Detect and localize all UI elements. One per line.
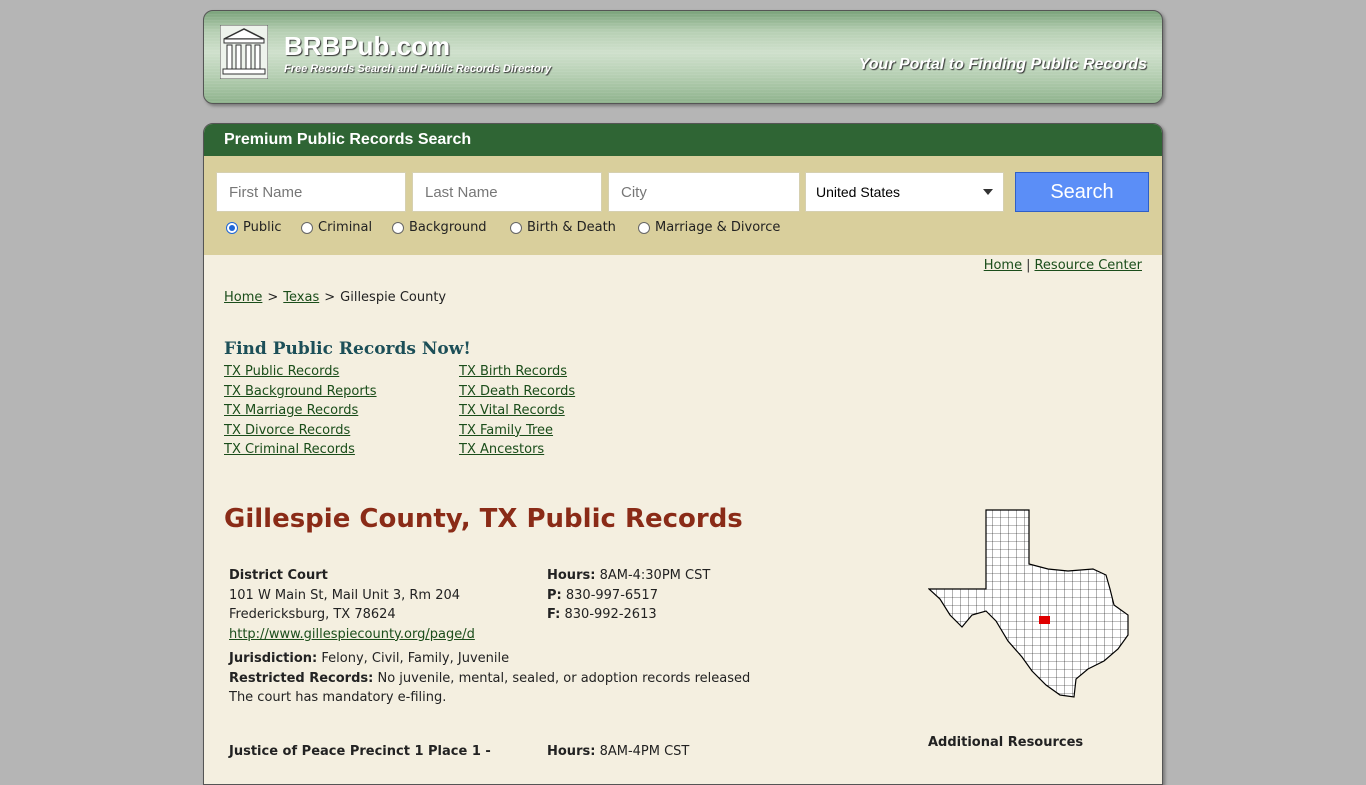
record-links-col-2: TX Birth Records TX Death Records TX Vit…	[459, 362, 575, 460]
district-court-details: Jurisdiction: Felony, Civil, Family, Juv…	[229, 649, 849, 708]
court-hours: 8AM-4PM CST	[599, 744, 690, 759]
court-jurisdiction: Felony, Civil, Family, Juvenile	[321, 651, 510, 666]
district-court-address: District Court 101 W Main St, Mail Unit …	[229, 566, 529, 644]
court-name: District Court	[229, 568, 328, 583]
radio-unchecked-icon[interactable]	[638, 221, 650, 234]
radio-label: Birth & Death	[527, 220, 616, 235]
chevron-down-icon	[983, 189, 993, 195]
record-type-radios: Public Criminal Background Birth & Death…	[220, 220, 1120, 240]
hours-label: Hours:	[547, 568, 596, 583]
link-tx-birth-records[interactable]: TX Birth Records	[459, 362, 575, 382]
search-form: United States Search Public Criminal Bac…	[204, 156, 1162, 255]
additional-resources-heading: Additional Resources	[928, 735, 1084, 750]
link-tx-background-reports[interactable]: TX Background Reports	[224, 382, 377, 402]
breadcrumb-texas[interactable]: Texas	[283, 290, 319, 305]
court-fax: 830-992-2613	[564, 607, 657, 623]
last-name-input[interactable]	[412, 172, 602, 212]
page-title: Gillespie County, TX Public Records	[224, 504, 743, 534]
radio-label: Background	[409, 220, 487, 235]
jp-court-contact: Hours: 8AM-4PM CST	[547, 742, 807, 762]
fax-label: F:	[547, 607, 561, 623]
first-name-input[interactable]	[216, 172, 406, 212]
radio-label: Public	[243, 220, 282, 235]
court-name: Justice of Peace Precinct 1 Place 1 -	[229, 744, 491, 759]
link-tx-death-records[interactable]: TX Death Records	[459, 382, 575, 402]
brand-name[interactable]: BRBPub.com	[284, 31, 450, 62]
jp-court-address: Justice of Peace Precinct 1 Place 1 -	[229, 742, 529, 762]
jurisdiction-label: Jurisdiction:	[229, 651, 318, 666]
link-tx-ancestors[interactable]: TX Ancestors	[459, 440, 575, 460]
link-tx-criminal-records[interactable]: TX Criminal Records	[224, 440, 377, 460]
courthouse-logo-icon[interactable]	[220, 25, 268, 79]
court-hours: 8AM-4:30PM CST	[599, 568, 711, 583]
radio-public[interactable]: Public	[226, 220, 281, 235]
top-links: Home | Resource Center	[984, 258, 1142, 273]
court-address-line: 101 W Main St, Mail Unit 3, Rm 204	[229, 587, 461, 603]
country-selected-value: United States	[816, 184, 901, 200]
link-tx-vital-records[interactable]: TX Vital Records	[459, 401, 575, 421]
site-header: BRBPub.com Free Records Search and Publi…	[203, 10, 1163, 104]
radio-unchecked-icon[interactable]	[510, 221, 522, 234]
radio-marriage-divorce[interactable]: Marriage & Divorce	[638, 220, 780, 235]
breadcrumb-separator: >	[324, 290, 336, 305]
radio-unchecked-icon[interactable]	[301, 221, 313, 234]
find-records-heading: Find Public Records Now!	[224, 339, 471, 359]
resource-center-link[interactable]: Resource Center	[1034, 258, 1142, 273]
country-select[interactable]: United States	[805, 172, 1004, 212]
radio-unchecked-icon[interactable]	[392, 221, 404, 234]
court-address-line: Fredericksburg, TX 78624	[229, 607, 396, 623]
radio-criminal[interactable]: Criminal	[301, 220, 372, 235]
link-tx-public-records[interactable]: TX Public Records	[224, 362, 377, 382]
main-panel: Premium Public Records Search United Sta…	[203, 123, 1163, 785]
hours-label: Hours:	[547, 744, 596, 759]
breadcrumb-home[interactable]: Home	[224, 290, 262, 305]
radio-birth-death[interactable]: Birth & Death	[510, 220, 616, 235]
link-separator: |	[1026, 258, 1031, 273]
city-input[interactable]	[608, 172, 800, 212]
breadcrumb: Home > Texas > Gillespie County	[224, 290, 446, 305]
radio-label: Marriage & Divorce	[655, 220, 781, 235]
link-tx-marriage-records[interactable]: TX Marriage Records	[224, 401, 377, 421]
search-section-title: Premium Public Records Search	[204, 124, 1162, 156]
brand-tagline: Free Records Search and Public Records D…	[284, 63, 552, 75]
portal-slogan: Your Portal to Finding Public Records	[858, 56, 1147, 73]
texas-county-map-icon[interactable]	[928, 509, 1130, 699]
radio-label: Criminal	[318, 220, 373, 235]
phone-label: P:	[547, 587, 562, 603]
link-tx-divorce-records[interactable]: TX Divorce Records	[224, 421, 377, 441]
restricted-label: Restricted Records:	[229, 670, 374, 686]
court-note: The court has mandatory e-filing.	[229, 690, 447, 706]
radio-checked-icon[interactable]	[226, 221, 238, 234]
record-links-col-1: TX Public Records TX Background Reports …	[224, 362, 377, 460]
breadcrumb-current: Gillespie County	[340, 290, 447, 305]
court-phone: 830-997-6517	[565, 587, 658, 603]
district-court-contact: Hours: 8AM-4:30PM CST P: 830-997-6517 F:…	[547, 566, 807, 625]
home-link[interactable]: Home	[984, 258, 1022, 273]
radio-background[interactable]: Background	[392, 220, 487, 235]
court-restricted: No juvenile, mental, sealed, or adoption…	[377, 670, 751, 686]
search-button[interactable]: Search	[1015, 172, 1149, 212]
breadcrumb-separator: >	[267, 290, 279, 305]
link-tx-family-tree[interactable]: TX Family Tree	[459, 421, 575, 441]
court-website-link[interactable]: http://www.gillespiecounty.org/page/d	[229, 627, 475, 642]
